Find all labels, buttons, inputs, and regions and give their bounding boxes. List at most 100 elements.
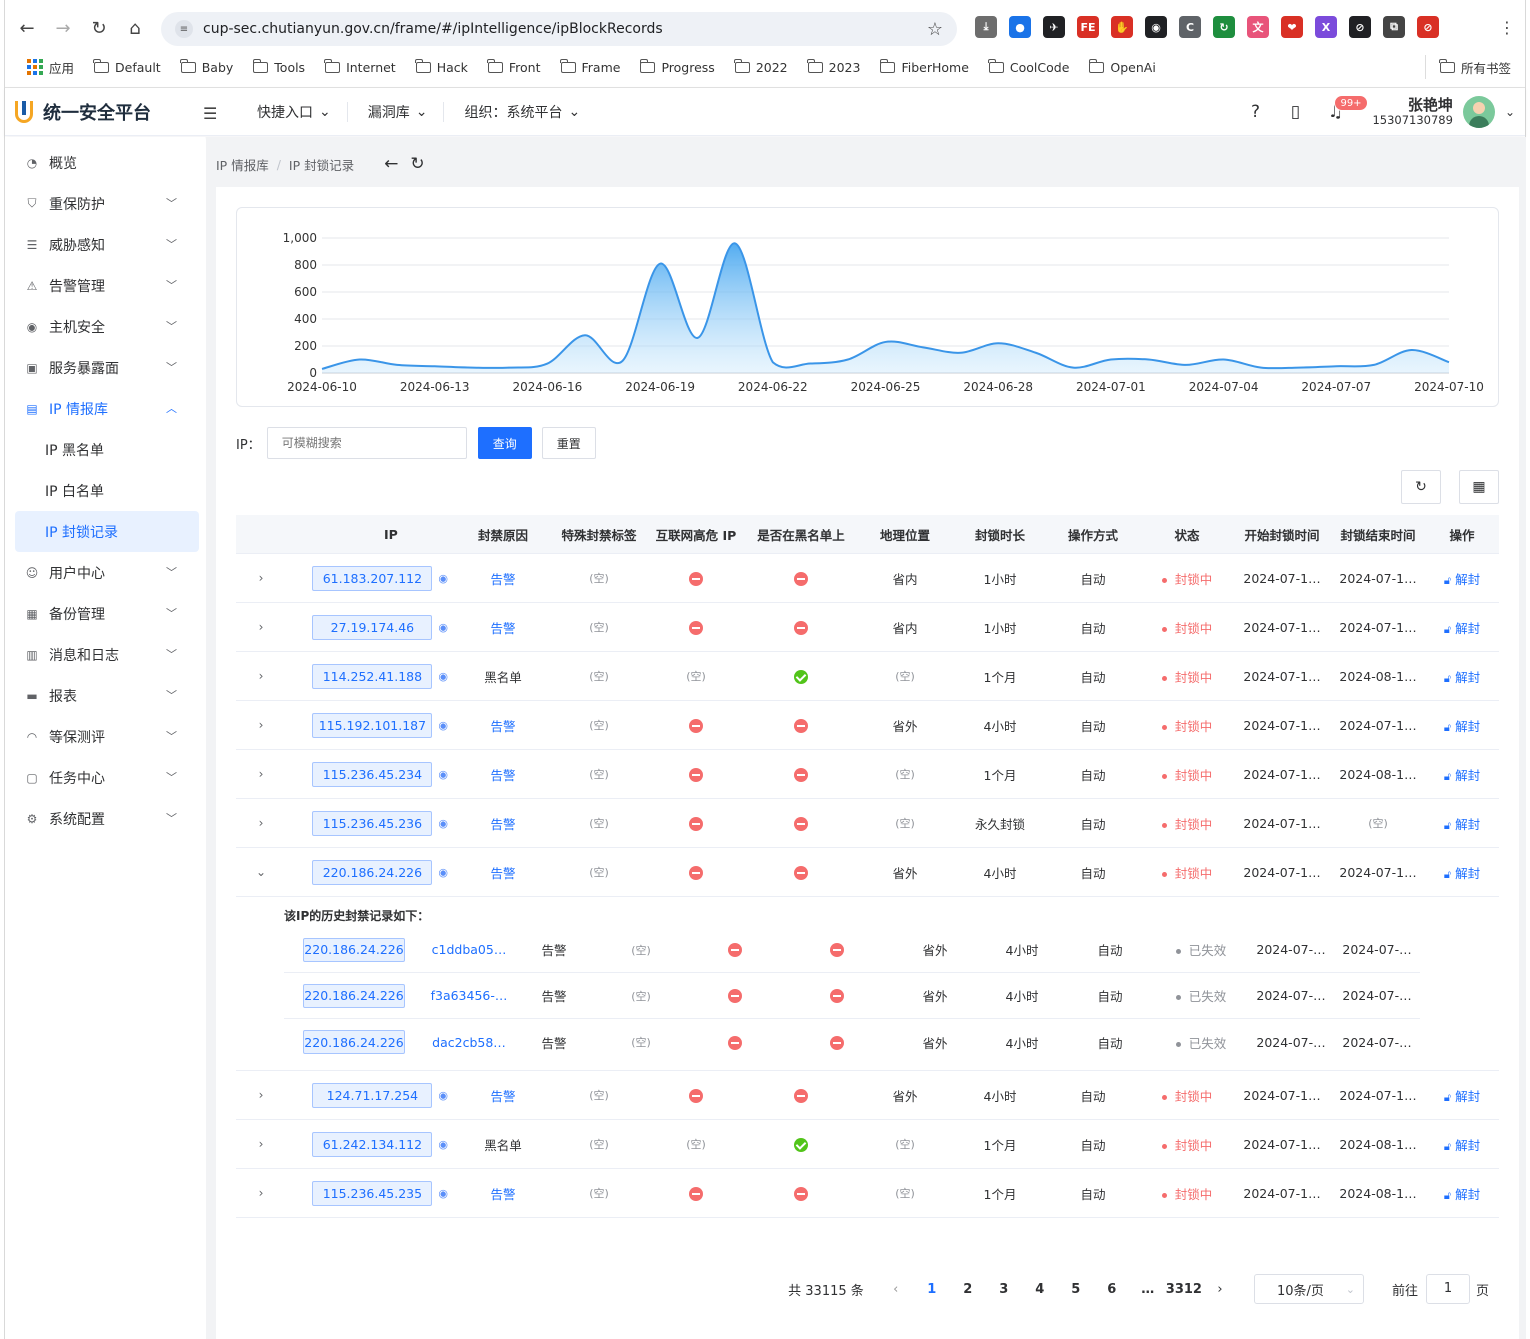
sidebar-item[interactable]: ▦ 备份管理 ﹀ xyxy=(5,593,205,634)
chevron-down-icon[interactable]: ⌄ xyxy=(236,865,286,879)
chevron-right-icon[interactable]: › xyxy=(236,1186,286,1200)
sidebar-item[interactable]: ⛉ 重保防护 ﹀ xyxy=(5,183,205,224)
record-id-link[interactable]: dac2cb58… xyxy=(432,1035,506,1050)
page-number[interactable]: … xyxy=(1130,1282,1166,1297)
ip-tag[interactable]: 220.186.24.226 xyxy=(303,983,405,1008)
download-icon[interactable]: ⤓ xyxy=(975,16,997,38)
eye-icon[interactable]: ◉ xyxy=(438,1187,448,1200)
bookmark-folder[interactable]: Progress xyxy=(632,55,722,79)
bookmark-folder[interactable]: Baby xyxy=(173,55,242,79)
password-icon[interactable]: ● xyxy=(1009,16,1031,38)
page-number[interactable]: 3 xyxy=(986,1282,1022,1297)
table-row[interactable]: › 115.236.45.234 ◉ 告警 (空) (空) 1个月 自动 封锁中 2024-07-… xyxy=(236,750,1499,799)
ip-tag[interactable]: 115.236.45.234 xyxy=(312,761,433,787)
bookmark-star-icon[interactable]: ☆ xyxy=(927,19,943,40)
page-number[interactable]: 6 xyxy=(1094,1282,1130,1297)
sidebar-item[interactable]: ◠ 等保测评 ﹀ xyxy=(5,716,205,757)
sidebar-item[interactable]: ☺ 用户中心 ﹀ xyxy=(5,552,205,593)
block-icon[interactable]: ⊘ xyxy=(1349,16,1371,38)
avatar[interactable] xyxy=(1462,96,1495,128)
eye-icon[interactable]: ◉ xyxy=(438,621,448,634)
reason-link[interactable]: 告警 xyxy=(490,572,515,587)
ip-tag[interactable]: 27.19.174.46 xyxy=(312,614,433,640)
site-info-icon[interactable]: ≡ xyxy=(175,20,193,38)
home-icon[interactable]: ⌂ xyxy=(121,12,149,44)
eye-icon[interactable]: ◉ xyxy=(438,768,448,781)
sidebar-subitem[interactable]: IP 黑名单 xyxy=(5,429,205,470)
sidebar-item[interactable]: ⚙ 系统配置 ﹀ xyxy=(5,798,205,839)
eye-icon[interactable]: ◉ xyxy=(438,817,448,830)
bookmark-folder[interactable]: Frame xyxy=(553,55,629,79)
record-id-link[interactable]: c1ddba05… xyxy=(432,942,507,957)
page-number[interactable]: 5 xyxy=(1058,1282,1094,1297)
back-icon[interactable]: ← xyxy=(13,12,41,44)
page-number[interactable]: 4 xyxy=(1022,1282,1058,1297)
unblock-button[interactable]: 🔓︎ 解封 xyxy=(1426,618,1498,637)
sidebar-subitem[interactable]: IP 封锁记录 xyxy=(15,511,199,552)
sidebar-item[interactable]: ▥ 消息和日志 ﹀ xyxy=(5,634,205,675)
reason-link[interactable]: 告警 xyxy=(490,768,515,783)
unblock-button[interactable]: 🔓︎ 解封 xyxy=(1426,814,1498,833)
table-row[interactable]: › 115.236.45.236 ◉ 告警 (空) (空) 永久封锁 自动 封锁中 2024-07… xyxy=(236,799,1499,848)
bookmark-folder[interactable]: Tools xyxy=(245,55,313,79)
ip-tag[interactable]: 115.236.45.236 xyxy=(312,810,433,836)
table-row[interactable]: › 124.71.17.254 ◉ 告警 (空) 省外 4小时 自动 封锁中 2024-07-1…… xyxy=(236,1071,1499,1120)
book-icon[interactable]: ▯ xyxy=(1284,101,1306,123)
menu-kebab-icon[interactable]: ⋮ xyxy=(1499,18,1515,37)
sidebar-item[interactable]: ☰ 威胁感知 ﹀ xyxy=(5,224,205,265)
unblock-button[interactable]: 🔓︎ 解封 xyxy=(1426,863,1498,882)
table-row[interactable]: › 61.183.207.112 ◉ 告警 (空) 省内 1小时 自动 封锁中 2024-07-1… xyxy=(236,554,1499,603)
top-menu-shortcuts[interactable]: 快捷入口 ⌄ xyxy=(257,102,348,122)
chevron-right-icon[interactable]: › xyxy=(236,1137,286,1151)
reset-button[interactable]: 重置 xyxy=(541,427,596,459)
chevron-right-icon[interactable]: › xyxy=(236,571,286,585)
unblock-button[interactable]: 🔓︎ 解封 xyxy=(1426,1184,1498,1203)
x-icon[interactable]: X xyxy=(1315,16,1337,38)
chevron-right-icon[interactable]: › xyxy=(236,620,286,634)
sidebar-item[interactable]: ▣ 服务暴露面 ﹀ xyxy=(5,347,205,388)
chevron-down-icon[interactable]: ⌄ xyxy=(1505,105,1515,119)
ip-tag[interactable]: 220.186.24.226 xyxy=(303,1030,405,1054)
eye-icon[interactable]: ◉ xyxy=(438,670,448,683)
table-row[interactable]: › 115.236.45.235 ◉ 告警 (空) (空) 1个月 自动 封锁中 2024-07-… xyxy=(236,1169,1499,1218)
reason-link[interactable]: 告警 xyxy=(490,817,515,832)
sidebar-subitem[interactable]: IP 白名单 xyxy=(5,470,205,511)
translate-icon[interactable]: 文 xyxy=(1247,16,1269,38)
reason-link[interactable]: 告警 xyxy=(490,719,515,734)
record-id-link[interactable]: f3a63456-… xyxy=(431,988,508,1003)
refresh-ext-icon[interactable]: ↻ xyxy=(1213,16,1235,38)
table-row[interactable]: › 115.192.101.187 ◉ 告警 (空) 省外 4小时 自动 封锁中 2024-07-… xyxy=(236,701,1499,750)
next-page-icon[interactable]: › xyxy=(1202,1282,1238,1297)
reason-link[interactable]: 告警 xyxy=(490,1187,515,1202)
address-bar[interactable]: ≡ cup-sec.chutianyun.gov.cn/frame/#/ipIn… xyxy=(161,12,957,46)
menu-toggle-icon[interactable]: ☰ xyxy=(203,104,217,123)
ip-tag[interactable]: 220.186.24.226 xyxy=(303,937,405,962)
ip-tag[interactable]: 124.71.17.254 xyxy=(312,1082,433,1108)
pocket-icon[interactable]: ❤ xyxy=(1281,16,1303,38)
chevron-right-icon[interactable]: › xyxy=(236,767,286,781)
ip-tag[interactable]: 114.252.41.188 xyxy=(312,663,433,689)
bookmark-folder[interactable]: 2023 xyxy=(800,55,869,79)
fe-icon[interactable]: FE xyxy=(1077,16,1099,38)
table-row[interactable]: › 27.19.174.46 ◉ 告警 (空) 省内 1小时 自动 封锁中 2024-07-1… 2… xyxy=(236,603,1499,652)
reason-link[interactable]: 告警 xyxy=(490,866,515,881)
bell-icon[interactable]: ♫ 99+ xyxy=(1324,95,1368,123)
ip-tag[interactable]: 61.242.134.112 xyxy=(312,1131,433,1157)
chevron-right-icon[interactable]: › xyxy=(236,1088,286,1102)
sidebar-item[interactable]: ▢ 任务中心 ﹀ xyxy=(5,757,205,798)
refresh-icon[interactable]: ↻ xyxy=(1401,470,1441,504)
bookmark-folder[interactable]: 2022 xyxy=(727,55,796,79)
bookmark-apps[interactable]: 应用 xyxy=(19,55,82,79)
eye-icon[interactable]: ◉ xyxy=(438,866,448,879)
eye-icon[interactable]: ◉ xyxy=(438,1089,448,1102)
table-row[interactable]: ⌄ 220.186.24.226 ◉ 告警 (空) 省外 4小时 自动 封锁中 2024-07-1… xyxy=(236,848,1499,897)
chevron-right-icon[interactable]: › xyxy=(236,669,286,683)
all-bookmarks[interactable]: 所有书签 xyxy=(1424,55,1519,79)
sidebar-item[interactable]: ◔ 概览 xyxy=(5,142,205,183)
puzzle-icon[interactable]: ⧉ xyxy=(1383,16,1405,38)
unblock-button[interactable]: 🔓︎ 解封 xyxy=(1426,667,1498,686)
sidebar-item[interactable]: ⚠ 告警管理 ﹀ xyxy=(5,265,205,306)
sidebar-item[interactable]: ◉ 主机安全 ﹀ xyxy=(5,306,205,347)
bookmark-folder[interactable]: Internet xyxy=(317,55,404,79)
unblock-button[interactable]: 🔓︎ 解封 xyxy=(1426,569,1498,588)
